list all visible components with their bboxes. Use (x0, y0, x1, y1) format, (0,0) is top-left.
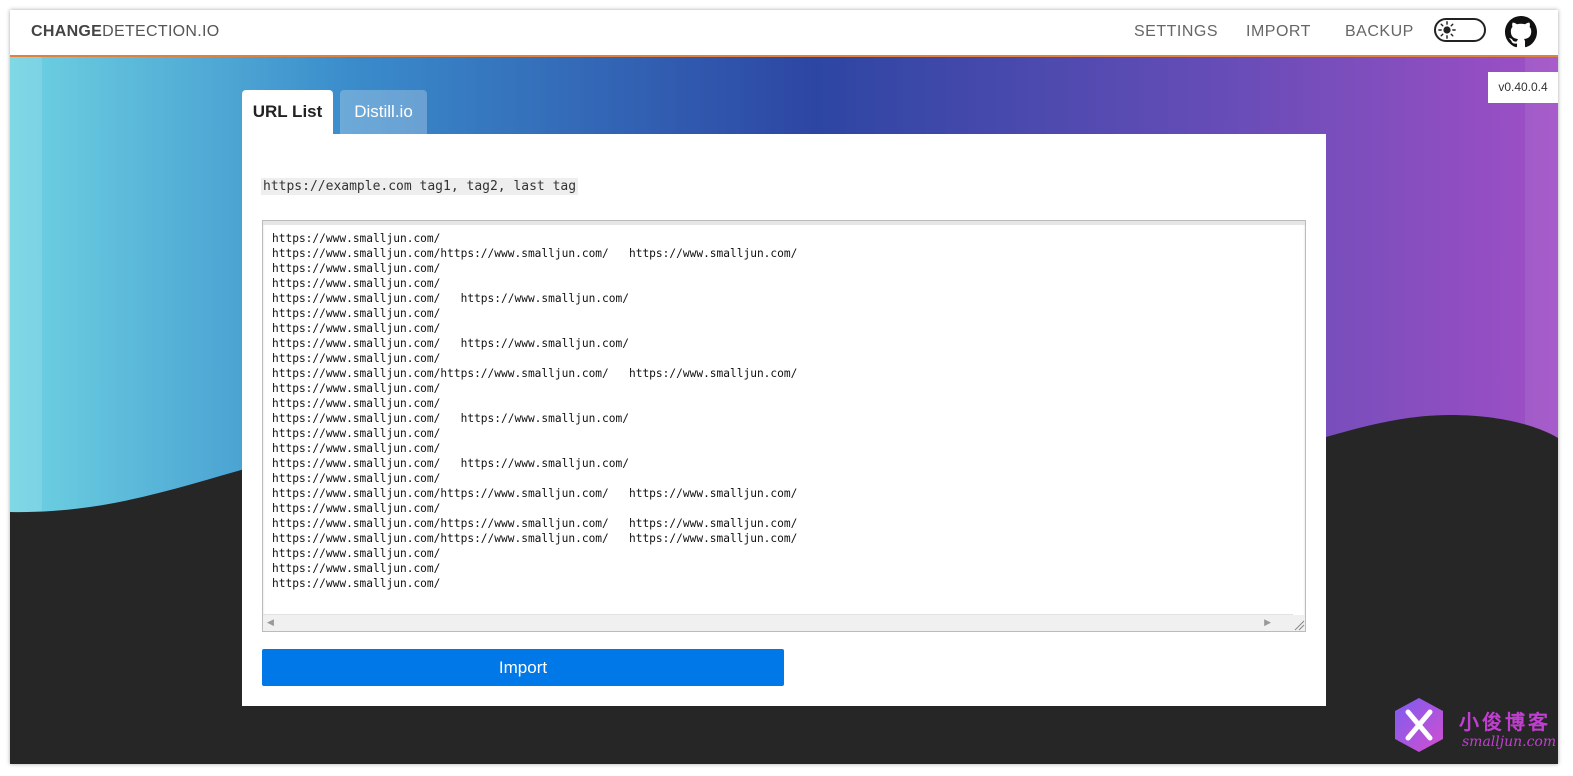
horizontal-scrollbar[interactable]: ◀ ▶ (263, 614, 1293, 631)
watermark-logo-icon (1395, 698, 1443, 752)
urls-textarea-content[interactable]: https://www.smalljun.com/ https://www.sm… (272, 231, 797, 591)
version-badge: v0.40.0.4 (1488, 72, 1558, 103)
top-navbar: CHANGEDETECTION.IO SETTINGS IMPORT BACKU… (10, 10, 1558, 57)
tab-distill-io[interactable]: Distill.io (340, 90, 427, 134)
brand-logo[interactable]: CHANGEDETECTION.IO (31, 23, 220, 41)
github-icon[interactable] (1505, 16, 1537, 48)
app-window: CHANGEDETECTION.IO SETTINGS IMPORT BACKU… (10, 10, 1558, 764)
format-hint: https://example.com tag1, tag2, last tag (261, 178, 579, 195)
sun-icon (1438, 21, 1456, 39)
urls-textarea[interactable]: https://www.smalljun.com/ https://www.sm… (262, 220, 1306, 632)
tab-url-list[interactable]: URL List (242, 90, 333, 134)
nav-import[interactable]: IMPORT (1246, 23, 1311, 41)
resize-grip-icon[interactable] (1291, 615, 1305, 631)
watermark-en: smalljun.com (1462, 734, 1557, 750)
import-button[interactable]: Import (262, 649, 784, 686)
scroll-left-icon[interactable]: ◀ (267, 617, 274, 628)
nav-backup[interactable]: BACKUP (1345, 23, 1414, 41)
import-panel: https://example.com tag1, tag2, last tag… (242, 134, 1326, 706)
textarea-top-border (263, 221, 1305, 225)
scroll-right-icon[interactable]: ▶ (1264, 617, 1271, 628)
watermark-cn: 小俊博客 (1459, 710, 1551, 734)
theme-toggle[interactable] (1434, 18, 1486, 42)
nav-settings[interactable]: SETTINGS (1134, 23, 1218, 41)
